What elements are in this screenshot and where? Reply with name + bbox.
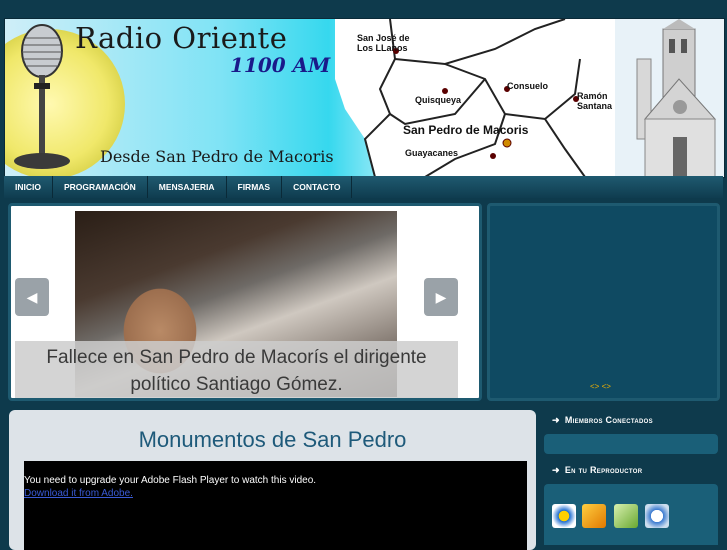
map-label-san-pedro: San Pedro de Macoris <box>403 123 529 137</box>
map-label-consuelo: Consuelo <box>507 81 549 91</box>
site-title: Radio Oriente <box>75 21 288 55</box>
members-heading-label: Miembros Conectados <box>564 415 653 425</box>
slider-prev-button[interactable]: ◀ <box>15 278 49 316</box>
members-heading: ➜ Miembros Conectados <box>552 415 653 426</box>
news-slider: ◀ ▶ Fallece en San Pedro de Macorís el d… <box>8 203 482 401</box>
player-box <box>544 484 718 545</box>
nav-item-firmas[interactable]: FIRMAS <box>227 176 283 198</box>
itunes-icon[interactable] <box>614 504 638 528</box>
video-player[interactable]: You need to upgrade your Adobe Flash Pla… <box>24 461 527 550</box>
chevron-right-icon: ▶ <box>435 288 447 305</box>
arrow-right-icon: ➜ <box>552 415 560 425</box>
side-panel: <> <> <box>487 203 720 401</box>
site-header: Radio Oriente 1100 AM Desde San Pedro de… <box>4 18 725 178</box>
frequency-label: 1100 AM <box>230 53 331 77</box>
arrow-right-icon: ➜ <box>552 465 560 475</box>
slider-next-button[interactable]: ▶ <box>424 278 458 316</box>
content-title: Monumentos de San Pedro <box>138 427 407 452</box>
region-map: San José de Los LLanos Quisqueya Consuel… <box>335 19 625 177</box>
nav-item-mensajeria[interactable]: MENSAJERIA <box>148 176 227 198</box>
nav-item-programacion[interactable]: PROGRAMACIÓN <box>53 176 148 198</box>
church-image <box>615 19 724 177</box>
side-panel-pager[interactable]: <> <> <box>590 382 611 391</box>
player-heading-label: En tu Reproductor <box>564 465 643 475</box>
nav-item-inicio[interactable]: INICIO <box>4 176 53 198</box>
flash-message: You need to upgrade your Adobe Flash Pla… <box>24 475 317 486</box>
microphone-icon <box>14 24 70 169</box>
realplayer-icon[interactable] <box>645 504 669 528</box>
chevron-left-icon: ◀ <box>26 288 38 305</box>
map-label-quisqueya: Quisqueya <box>415 95 462 105</box>
map-label-san-jose: San José de Los LLanos <box>357 33 410 53</box>
map-label-ramon-santana: Ramón Santana <box>577 91 613 111</box>
winamp-icon[interactable] <box>582 504 606 528</box>
nav-item-contacto[interactable]: CONTACTO <box>282 176 353 198</box>
main-nav: INICIO PROGRAMACIÓN MENSAJERIA FIRMAS CO… <box>4 176 723 198</box>
site-subtitle: Desde San Pedro de Macoris <box>100 147 334 166</box>
map-label-guayacanes: Guayacanes <box>405 148 459 158</box>
slide-caption[interactable]: Fallece en San Pedro de Macorís el dirig… <box>15 341 458 398</box>
player-heading: ➜ En tu Reproductor <box>552 465 642 476</box>
main-content: Monumentos de San Pedro You need to upgr… <box>9 410 536 550</box>
members-box <box>544 434 718 454</box>
windows-media-player-icon[interactable] <box>552 504 576 528</box>
flash-download-link[interactable]: Download it from Adobe. <box>24 488 133 499</box>
